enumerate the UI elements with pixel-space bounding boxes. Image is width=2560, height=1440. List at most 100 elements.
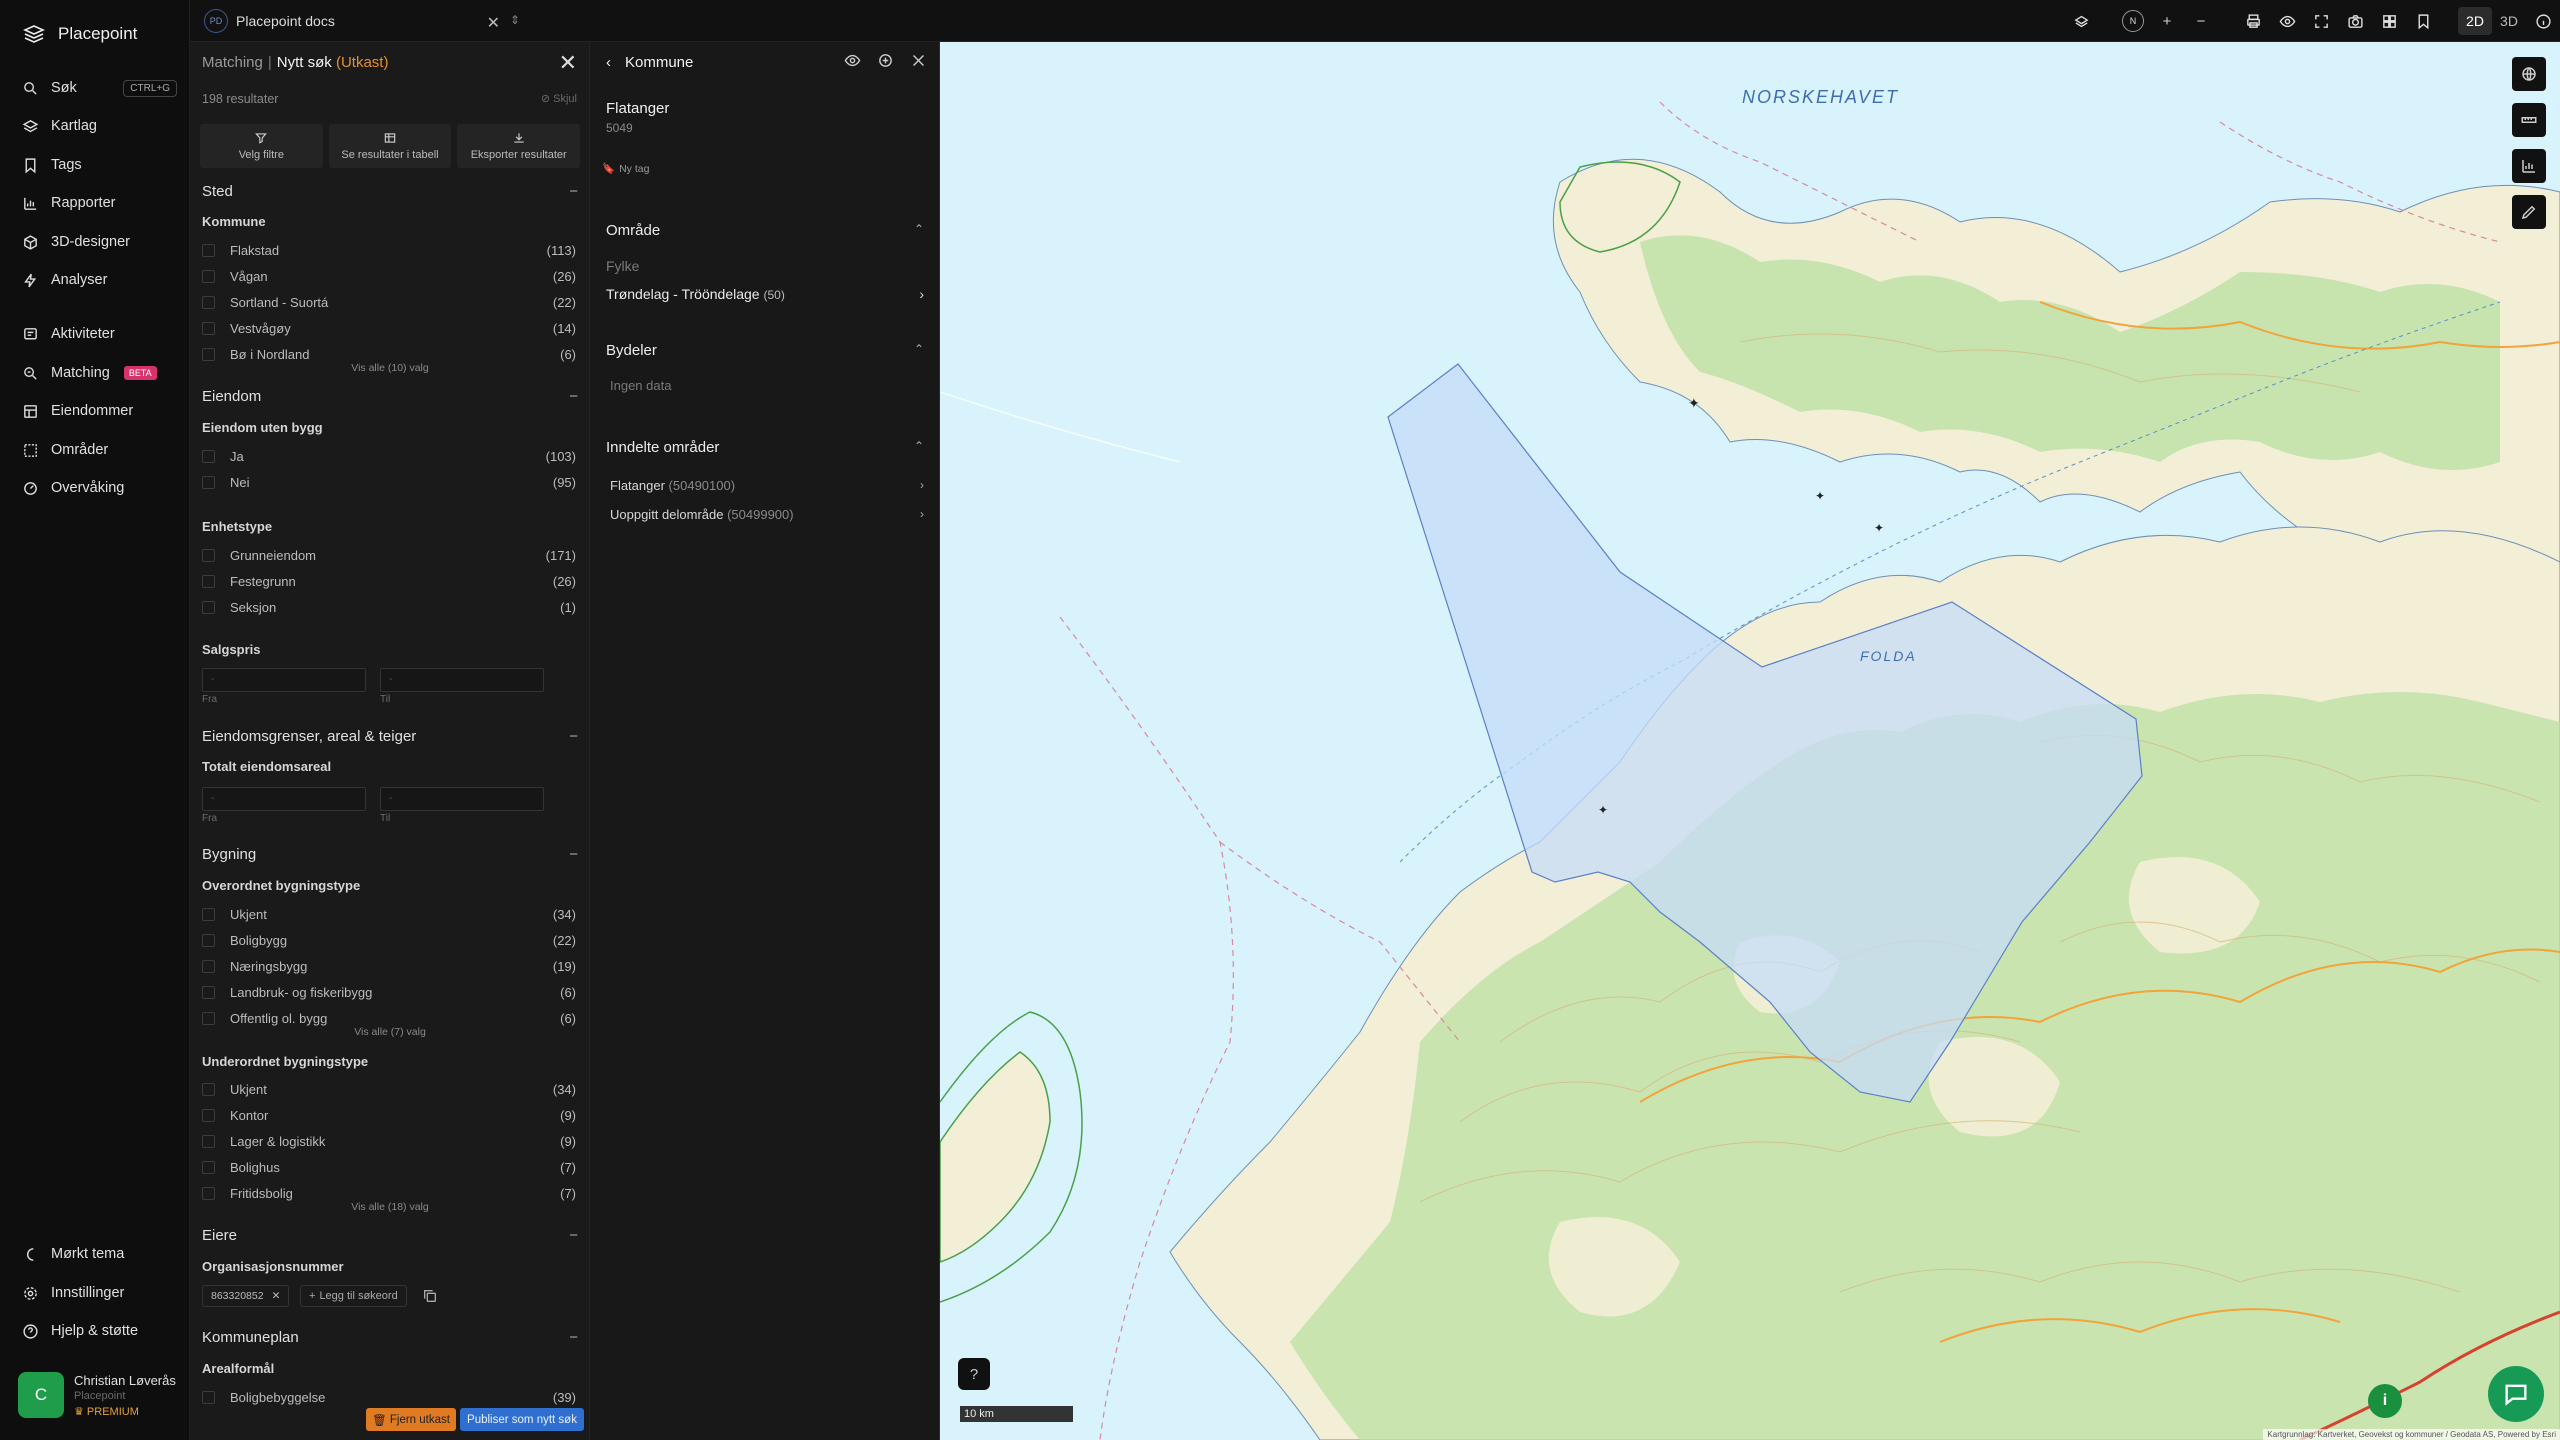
area-to-input[interactable]: - — [380, 787, 544, 811]
checkbox-option[interactable]: Ukjent (34) — [202, 904, 576, 924]
collapse-icon[interactable]: − — [569, 846, 578, 863]
checkbox-option[interactable]: Landbruk- og fiskeribygg (6) — [202, 982, 576, 1002]
close-icon[interactable]: ✕ — [559, 50, 577, 76]
nav-item-analyser[interactable]: Analyser — [22, 267, 177, 293]
chevron-up-icon[interactable]: ⌃ — [914, 222, 924, 236]
checkbox[interactable] — [202, 1186, 215, 1200]
section-eiendom[interactable]: Eiendom − — [202, 388, 578, 405]
list-item[interactable]: Uoppgitt delområde (50499900) › — [610, 507, 924, 522]
nav-item-tags[interactable]: Tags — [22, 152, 177, 178]
checkbox[interactable] — [202, 1011, 215, 1025]
checkbox[interactable] — [202, 475, 215, 489]
chip-remove-icon[interactable]: ✕ — [272, 1290, 281, 1302]
hide-button[interactable]: ⊘ Skjul — [541, 92, 577, 105]
show-all-link[interactable]: Vis alle (10) valg — [190, 362, 589, 374]
checkbox-option[interactable]: Kontor (9) — [202, 1105, 576, 1125]
price-to-input[interactable]: - — [380, 668, 544, 692]
close-icon[interactable] — [910, 52, 927, 69]
collapse-icon[interactable]: − — [569, 388, 578, 405]
chevron-up-icon[interactable]: ⌃ — [914, 342, 924, 356]
nav-item-sok[interactable]: Søk CTRL+G — [22, 75, 177, 101]
section-grenser[interactable]: Eiendomsgrenser, areal & teiger − — [202, 728, 578, 745]
brand[interactable]: Placepoint — [22, 22, 137, 46]
breadcrumb-parent[interactable]: Matching — [202, 54, 263, 71]
view-table-button[interactable]: Se resultater i tabell — [328, 124, 452, 168]
section-omrade[interactable]: Område ⌃ — [606, 222, 924, 239]
chat-button[interactable] — [2488, 1366, 2544, 1422]
fylke-row[interactable]: Trøndelag - Trööndelage (50) › — [606, 286, 924, 302]
camera-icon[interactable] — [2338, 0, 2372, 42]
nav-item-kartlag[interactable]: Kartlag — [22, 113, 177, 139]
checkbox-option[interactable]: Offentlig ol. bygg (6) — [202, 1008, 576, 1028]
nav-item-matching[interactable]: Matching BETA — [22, 360, 177, 386]
chevron-updown-icon[interactable]: ⇕ — [510, 13, 520, 27]
checkbox-option[interactable]: Vestvågøy (14) — [202, 318, 576, 338]
zoom-in-icon[interactable]: + — [2150, 0, 2184, 42]
checkbox[interactable] — [202, 907, 215, 921]
checkbox[interactable] — [202, 574, 215, 588]
fullscreen-icon[interactable] — [2304, 0, 2338, 42]
bookmark-icon[interactable] — [2406, 0, 2440, 42]
eye-icon[interactable] — [2270, 0, 2304, 42]
checkbox[interactable] — [202, 295, 215, 309]
nav-item-rapporter[interactable]: Rapporter — [22, 190, 177, 216]
checkbox-option[interactable]: Fritidsbolig (7) — [202, 1183, 576, 1203]
checkbox[interactable] — [202, 1134, 215, 1148]
view-3d-button[interactable]: 3D — [2492, 7, 2526, 35]
info-button[interactable]: i — [2368, 1384, 2402, 1418]
checkbox-option[interactable]: Boligbygg (22) — [202, 930, 576, 950]
checkbox[interactable] — [202, 1160, 215, 1174]
section-bydeler[interactable]: Bydeler ⌃ — [606, 342, 924, 359]
checkbox-option[interactable]: Boligbebyggelse (39) — [202, 1387, 576, 1407]
collapse-icon[interactable]: − — [569, 183, 578, 200]
nav-item-3d-designer[interactable]: 3D-designer — [22, 229, 177, 255]
map-view[interactable]: ✦ ✦ ✦ ✦ NORSKEHAVET FOLDA ? 10 km i Kart… — [940, 42, 2560, 1440]
checkbox[interactable] — [202, 347, 215, 361]
checkbox-option[interactable]: Bolighus (7) — [202, 1157, 576, 1177]
checkbox-option[interactable]: Festegrunn (26) — [202, 571, 576, 591]
checkbox[interactable] — [202, 959, 215, 973]
keyword-chip[interactable]: 863320852 ✕ — [202, 1285, 290, 1307]
map-chart-button[interactable] — [2512, 149, 2546, 183]
checkbox-option[interactable]: Bø i Nordland (6) — [202, 344, 576, 364]
export-results-button[interactable]: Eksporter resultater — [457, 124, 581, 168]
checkbox[interactable] — [202, 933, 215, 947]
map-draw-button[interactable] — [2512, 195, 2546, 229]
nav-item-help[interactable]: Hjelp & støtte — [22, 1318, 177, 1344]
section-kommuneplan[interactable]: Kommuneplan − — [202, 1329, 578, 1346]
checkbox[interactable] — [202, 1108, 215, 1122]
document-tab[interactable]: PD Placepoint docs ✕ ⇕ — [204, 6, 524, 36]
back-chevron-icon[interactable]: ‹ — [606, 54, 611, 71]
add-keyword-button[interactable]: + Legg til søkeord — [300, 1285, 407, 1307]
section-inndelte[interactable]: Inndelte områder ⌃ — [606, 439, 924, 456]
nav-item-eiendommer[interactable]: Eiendommer — [22, 398, 177, 424]
new-tag-button[interactable]: 🔖 Ny tag — [602, 162, 649, 176]
section-eiere[interactable]: Eiere − — [202, 1227, 578, 1244]
collapse-icon[interactable]: − — [569, 728, 578, 745]
collapse-icon[interactable]: − — [569, 1329, 578, 1346]
chevron-up-icon[interactable]: ⌃ — [914, 439, 924, 453]
checkbox-option[interactable]: Sortland - Suortá (22) — [202, 292, 576, 312]
checkbox[interactable] — [202, 1390, 215, 1404]
map-measure-button[interactable] — [2512, 103, 2546, 137]
nav-item-dark-theme[interactable]: Mørkt tema — [22, 1241, 177, 1267]
checkbox[interactable] — [202, 449, 215, 463]
list-item[interactable]: Flatanger (50490100) › — [610, 478, 924, 493]
eye-icon[interactable] — [844, 52, 861, 69]
zoom-out-icon[interactable]: − — [2184, 0, 2218, 42]
select-filters-button[interactable]: Velg filtre — [200, 124, 323, 168]
map-layers-button[interactable] — [2512, 57, 2546, 91]
checkbox-option[interactable]: Grunneiendom (171) — [202, 545, 576, 565]
checkbox-option[interactable]: Seksjon (1) — [202, 597, 576, 617]
area-from-input[interactable]: - — [202, 787, 366, 811]
map-canvas[interactable]: ✦ ✦ ✦ ✦ — [940, 42, 2560, 1440]
copy-icon[interactable] — [422, 1288, 438, 1304]
north-compass-icon[interactable]: N — [2116, 0, 2150, 42]
grid-icon[interactable] — [2372, 0, 2406, 42]
nav-item-overvaking[interactable]: Overvåking — [22, 475, 177, 501]
checkbox[interactable] — [202, 269, 215, 283]
checkbox[interactable] — [202, 1082, 215, 1096]
checkbox-option[interactable]: Ja (103) — [202, 446, 576, 466]
crosshair-icon[interactable] — [877, 52, 894, 69]
checkbox[interactable] — [202, 600, 215, 614]
